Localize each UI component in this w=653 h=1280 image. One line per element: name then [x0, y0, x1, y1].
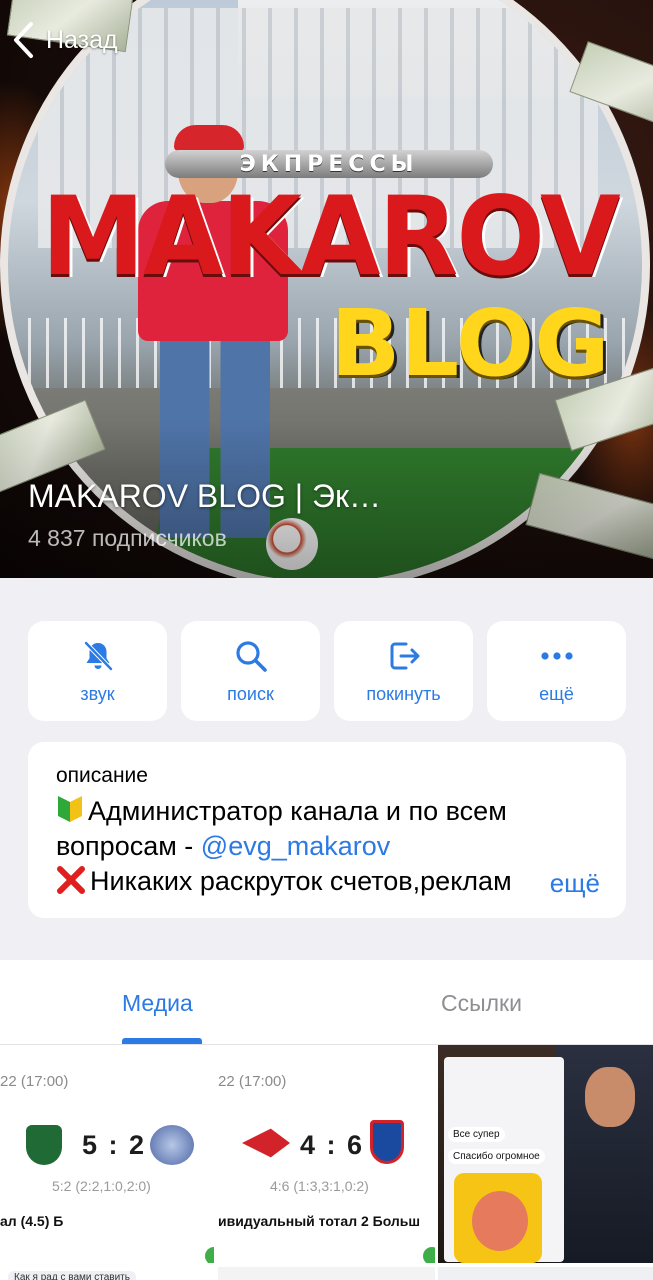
back-label: Назад: [46, 25, 118, 54]
more-dots-icon: [540, 651, 573, 660]
media-item[interactable]: [218, 1267, 435, 1280]
team-logo: [150, 1125, 194, 1165]
media-item[interactable]: 22 (17:00) 5 : 2 5:2 (2:2,1:0,2:0) ал (4…: [0, 1045, 214, 1263]
chat-bubble: Все супер: [448, 1127, 505, 1142]
match-time: 22 (17:00): [0, 1073, 69, 1090]
chat-snippet: Как я рад с вами ставить: [8, 1271, 136, 1280]
match-score: 4 : 6: [300, 1130, 365, 1160]
leave-button[interactable]: покинуть: [334, 621, 473, 721]
shared-media-panel: Медиа Ссылки 22 (17:00) 5 : 2 5:2 (2:2,1…: [0, 960, 653, 1280]
more-button[interactable]: ещё: [487, 621, 626, 721]
media-item[interactable]: Как я рад с вами ставить: [0, 1267, 214, 1280]
search-icon: [235, 640, 267, 672]
mute-label: звук: [80, 683, 115, 704]
leave-icon: [390, 642, 419, 669]
description-line: Администратор канала и по всем: [56, 794, 598, 829]
team-logo: [242, 1128, 290, 1158]
mute-button[interactable]: звук: [28, 621, 167, 721]
description-label: описание: [56, 764, 148, 787]
checkmark-icon: [423, 1247, 435, 1263]
description-text-3: Никаких раскруток счетов,реклам: [90, 866, 512, 896]
search-label: поиск: [227, 683, 274, 704]
banner-brand-makarov: MAKAROV: [41, 171, 620, 301]
description-more-link[interactable]: ещё: [515, 868, 600, 899]
action-buttons: звук поиск покинуть ещё: [28, 621, 626, 721]
person-photo: [555, 1045, 653, 1263]
description-text-2: вопросам -: [56, 831, 201, 861]
description-text-1: Администратор канала и по всем: [88, 796, 507, 826]
leave-label: покинуть: [366, 683, 441, 704]
cross-mark-icon: [57, 866, 85, 894]
banner-brand-blog: BLOG: [330, 290, 610, 397]
description-line: вопросам - @evg_makarov: [56, 829, 598, 864]
media-grid: 22 (17:00) 5 : 2 5:2 (2:2,1:0,2:0) ал (4…: [0, 1045, 653, 1280]
tab-links[interactable]: Ссылки: [441, 990, 522, 1017]
back-button[interactable]: Назад: [12, 20, 118, 60]
description-card: описание Администратор канала и по всем …: [28, 742, 626, 918]
sticker-image: [454, 1173, 542, 1263]
team-logo: [26, 1125, 62, 1165]
channel-title: MAKAROV BLOG | Эк…: [28, 478, 381, 514]
checkmark-icon: [205, 1247, 214, 1263]
bet-text: ал (4.5) Б: [0, 1213, 64, 1229]
tab-media[interactable]: Медиа: [122, 990, 193, 1017]
beginner-badge-icon: [58, 796, 82, 822]
chat-screenshot: Все супер Спасибо огромное: [444, 1057, 564, 1263]
chevron-left-icon: [14, 22, 33, 58]
more-label: ещё: [539, 683, 574, 704]
bet-text: ивидуальный тотал 2 Больш: [218, 1213, 421, 1229]
media-item[interactable]: Все супер Спасибо огромное: [438, 1045, 653, 1263]
media-item[interactable]: 22 (17:00) 4 : 6 4:6 (1:3,3:1,0:2) ивиду…: [218, 1045, 435, 1263]
admin-mention-link[interactable]: @evg_makarov: [201, 831, 391, 861]
match-time: 22 (17:00): [218, 1073, 287, 1090]
search-button[interactable]: поиск: [181, 621, 320, 721]
media-item[interactable]: [438, 1267, 653, 1280]
period-scores: 4:6 (1:3,3:1,0:2): [270, 1178, 369, 1194]
period-scores: 5:2 (2:2,1:0,2:0): [52, 1178, 151, 1194]
bell-slash-icon: [83, 640, 113, 671]
match-score: 5 : 2: [82, 1130, 147, 1160]
team-logo: [370, 1120, 404, 1164]
chat-bubble: Спасибо огромное: [448, 1149, 545, 1164]
subscriber-count: 4 837 подписчиков: [28, 525, 227, 551]
channel-header: ЭКПРЕССЫ MAKAROV BLOG Назад MAKAROV BLOG…: [0, 0, 653, 578]
